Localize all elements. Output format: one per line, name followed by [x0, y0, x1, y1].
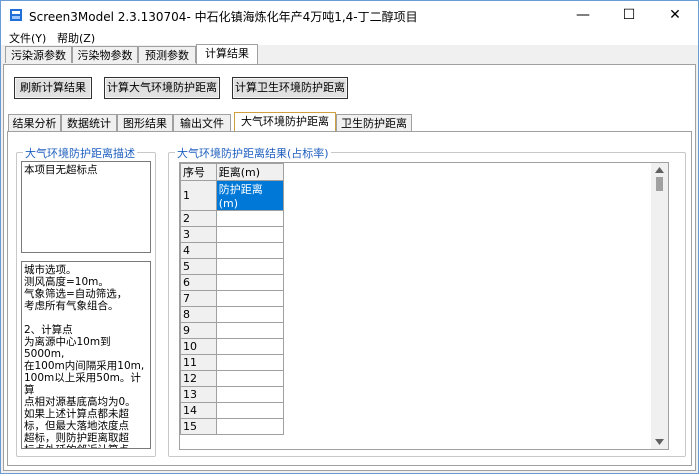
- result-group: 大气环境防护距离结果(占标率) 序号 距离(m) 1 防护距离(m) 2 3 4 …: [168, 145, 686, 457]
- app-icon: [10, 9, 22, 21]
- table-row: 5: [180, 258, 285, 275]
- table-row: 12: [180, 370, 285, 387]
- table-row: 13: [180, 386, 285, 403]
- tab-prediction[interactable]: 预测参数: [138, 46, 196, 63]
- refresh-results-button[interactable]: 刷新计算结果: [14, 77, 92, 99]
- details-textbox[interactable]: 城市选项。 测风高度=10m。 气象筛选=自动筛选， 考虑所有气象组合。 2、计…: [21, 261, 151, 449]
- distance-cell[interactable]: [215, 226, 285, 243]
- table-row: 1 防护距离(m): [180, 180, 285, 211]
- grid-scrollbar[interactable]: [651, 163, 668, 449]
- col-header-distance[interactable]: 距离(m): [215, 163, 285, 181]
- distance-cell[interactable]: [215, 354, 285, 371]
- title-bar: Screen3Model 2.3.130704- 中石化镇海炼化年产4万吨1,4…: [1, 1, 698, 29]
- subtab-statistics[interactable]: 数据统计: [61, 114, 117, 131]
- distance-cell[interactable]: [215, 418, 285, 435]
- menu-help[interactable]: 帮助(Z): [57, 30, 95, 46]
- subtab-health-distance[interactable]: 卫生防护距离: [336, 114, 412, 131]
- table-row: 2: [180, 210, 285, 227]
- distance-cell[interactable]: [215, 210, 285, 227]
- table-row: 9: [180, 322, 285, 339]
- table-row: 10: [180, 338, 285, 355]
- result-grid: 序号 距离(m) 1防护距离(m) 2 3 4 5 6 7 8 9 10 11: [180, 163, 285, 435]
- row-number[interactable]: 15: [180, 418, 217, 435]
- row-number[interactable]: 7: [180, 290, 217, 307]
- menu-bar: 文件(Y) 帮助(Z): [1, 29, 698, 45]
- selected-cell[interactable]: 防护距离(m): [215, 180, 285, 211]
- col-header-seq[interactable]: 序号: [180, 163, 217, 181]
- table-row: 3: [180, 226, 285, 243]
- tab-results[interactable]: 计算结果: [196, 44, 258, 64]
- minimize-icon: —: [576, 7, 590, 23]
- distance-cell[interactable]: [215, 274, 285, 291]
- row-number[interactable]: 1: [180, 180, 217, 211]
- row-number[interactable]: 12: [180, 370, 217, 387]
- table-row: 11: [180, 354, 285, 371]
- close-button[interactable]: ✕: [652, 1, 698, 29]
- distance-cell[interactable]: [215, 258, 285, 275]
- distance-cell[interactable]: [215, 402, 285, 419]
- table-row: 6: [180, 274, 285, 291]
- results-panel: 刷新计算结果 计算大气环境防护距离 计算卫生环境防护距离 结果分析 数据统计 图…: [3, 64, 696, 471]
- distance-cell[interactable]: [215, 338, 285, 355]
- tab-pollution-source[interactable]: 污染源参数: [5, 46, 72, 63]
- subtab-output-file[interactable]: 输出文件: [173, 114, 231, 131]
- table-row: 14: [180, 402, 285, 419]
- row-number[interactable]: 11: [180, 354, 217, 371]
- result-group-title: 大气环境防护距离结果(占标率): [175, 145, 331, 161]
- description-group-title: 大气环境防护距离描述: [23, 145, 137, 161]
- row-number[interactable]: 8: [180, 306, 217, 323]
- row-number[interactable]: 6: [180, 274, 217, 291]
- scroll-up-icon[interactable]: [655, 167, 664, 173]
- row-number[interactable]: 14: [180, 402, 217, 419]
- app-window: Screen3Model 2.3.130704- 中石化镇海炼化年产4万吨1,4…: [0, 0, 699, 474]
- close-icon: ✕: [669, 7, 681, 23]
- table-row: 15: [180, 418, 285, 435]
- maximize-button[interactable]: ☐: [606, 1, 652, 29]
- subtab-content: 大气环境防护距离描述 本项目无超标点 城市选项。 测风高度=10m。 气象筛选=…: [7, 131, 692, 466]
- scroll-thumb[interactable]: [656, 177, 663, 191]
- row-number[interactable]: 3: [180, 226, 217, 243]
- row-number[interactable]: 4: [180, 242, 217, 259]
- distance-cell[interactable]: [215, 370, 285, 387]
- row-number[interactable]: 5: [180, 258, 217, 275]
- result-grid-container: 序号 距离(m) 1防护距离(m) 2 3 4 5 6 7 8 9 10 11: [179, 162, 669, 450]
- scroll-down-icon[interactable]: [655, 439, 664, 445]
- row-number[interactable]: 9: [180, 322, 217, 339]
- summary-textbox[interactable]: 本项目无超标点: [21, 161, 151, 253]
- maximize-icon: ☐: [622, 7, 636, 23]
- tab-pollutant[interactable]: 污染物参数: [72, 46, 138, 63]
- row-number[interactable]: 2: [180, 210, 217, 227]
- table-row: 8: [180, 306, 285, 323]
- distance-cell[interactable]: [215, 242, 285, 259]
- subtab-atmo-distance[interactable]: 大气环境防护距离: [234, 112, 336, 131]
- description-group: 大气环境防护距离描述 本项目无超标点 城市选项。 测风高度=10m。 气象筛选=…: [16, 145, 156, 457]
- row-number[interactable]: 10: [180, 338, 217, 355]
- distance-cell[interactable]: [215, 386, 285, 403]
- table-row: 4: [180, 242, 285, 259]
- table-row: 7: [180, 290, 285, 307]
- subtab-graphics[interactable]: 图形结果: [117, 114, 173, 131]
- menu-file[interactable]: 文件(Y): [9, 30, 46, 46]
- calc-health-distance-button[interactable]: 计算卫生环境防护距离: [232, 77, 348, 99]
- minimize-button[interactable]: —: [560, 1, 606, 29]
- subtab-analysis[interactable]: 结果分析: [8, 114, 61, 131]
- distance-cell[interactable]: [215, 306, 285, 323]
- distance-cell[interactable]: [215, 290, 285, 307]
- top-tab-strip: 污染源参数 污染物参数 预测参数 计算结果: [1, 44, 698, 65]
- window-title: Screen3Model 2.3.130704- 中石化镇海炼化年产4万吨1,4…: [29, 10, 418, 24]
- distance-cell[interactable]: [215, 322, 285, 339]
- calc-atmo-distance-button[interactable]: 计算大气环境防护距离: [104, 77, 220, 99]
- row-number[interactable]: 13: [180, 386, 217, 403]
